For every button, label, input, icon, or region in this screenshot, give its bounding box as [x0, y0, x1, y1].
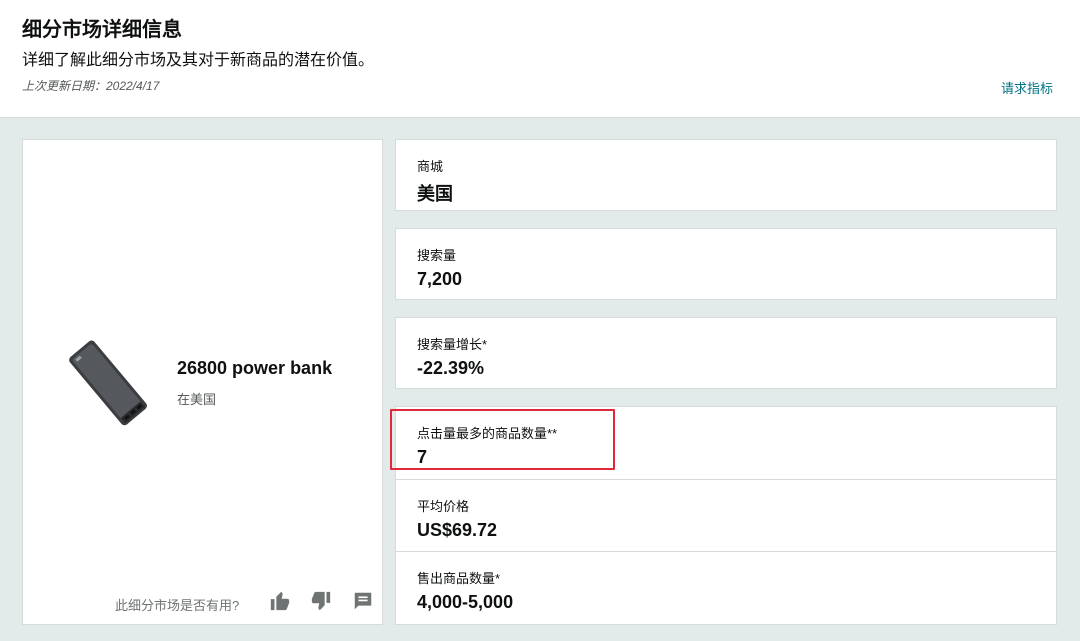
metric-label: 搜索量 [417, 248, 457, 263]
metric-marketplace: 商城 美国 [395, 139, 1057, 211]
metric-search-volume: 搜索量 7,200 [395, 228, 1057, 300]
metric-value: 7,200 [417, 269, 463, 289]
request-metrics-link[interactable]: 请求指标 [1001, 78, 1053, 97]
product-card: 26800 power bank 在美国 此细分市场是否有用? [22, 139, 383, 625]
page-header: 细分市场详细信息 详细了解此细分市场及其对于新商品的潜在价值。 上次更新日期：2… [0, 0, 1080, 118]
page-subtitle: 详细了解此细分市场及其对于新商品的潜在价值。 [22, 52, 375, 69]
metric-label: 售出商品数量* [417, 571, 501, 586]
page-title: 细分市场详细信息 [22, 19, 182, 41]
thumbs-up-icon[interactable] [269, 590, 291, 612]
comment-icon[interactable] [352, 590, 374, 612]
metric-search-volume-growth: 搜索量增长* -22.39% [395, 317, 1057, 389]
highlight-box [390, 409, 615, 470]
metric-units-sold: 售出商品数量* 4,000-5,000 [395, 551, 1057, 625]
power-bank-image [69, 340, 147, 426]
product-name: 26800 power bank [177, 358, 333, 378]
metric-value: -22.39% [417, 358, 485, 378]
metric-value: 4,000-5,000 [417, 592, 514, 612]
metric-label: 搜索量增长* [417, 337, 488, 352]
last-updated-date: 上次更新日期：2022/4/17 [22, 79, 160, 93]
metric-value: 美国 [417, 184, 453, 204]
metric-value: US$69.72 [417, 520, 498, 540]
metric-average-price: 平均价格 US$69.72 [395, 479, 1057, 552]
thumbs-down-icon[interactable] [310, 590, 332, 612]
product-location: 在美国 [177, 392, 217, 407]
metric-label: 平均价格 [417, 499, 470, 514]
metric-label: 商城 [417, 159, 444, 174]
feedback-question: 此细分市场是否有用? [115, 598, 240, 613]
